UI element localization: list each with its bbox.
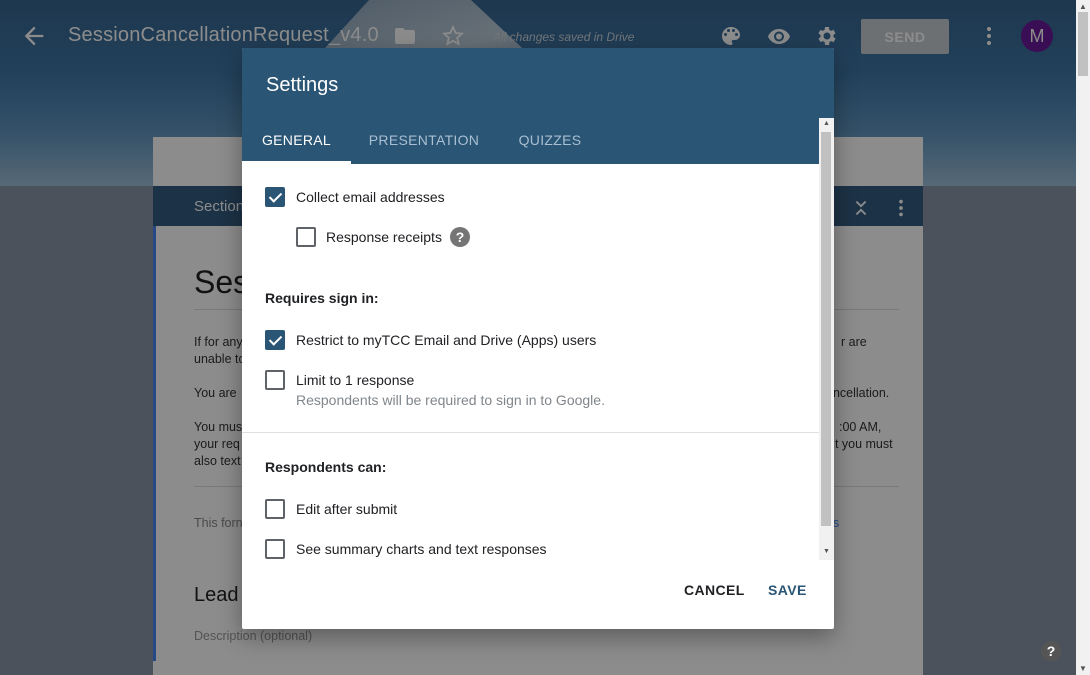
save-button[interactable]: SAVE (768, 582, 807, 598)
help-icon[interactable]: ? (450, 227, 470, 247)
cancel-button[interactable]: CANCEL (684, 582, 745, 598)
dialog-title: Settings (266, 74, 339, 96)
page-scrollbar-thumb[interactable] (1078, 12, 1088, 76)
collect-email-label[interactable]: Collect email addresses (296, 189, 445, 205)
requires-sign-in-heading: Requires sign in: (265, 290, 379, 306)
page-scroll-down-icon[interactable]: ▼ (1079, 664, 1087, 673)
collect-email-checkbox[interactable] (265, 187, 285, 207)
edit-after-submit-checkbox[interactable] (265, 499, 285, 519)
limit-one-response-checkbox[interactable] (265, 370, 285, 390)
active-tab-indicator (242, 161, 351, 164)
tab-presentation[interactable]: PRESENTATION (351, 116, 497, 164)
see-summary-label[interactable]: See summary charts and text responses (296, 541, 547, 557)
response-receipts-checkbox[interactable] (296, 227, 316, 247)
settings-dialog: Settings GENERAL PRESENTATION QUIZZES ▲ … (242, 48, 834, 629)
page-scroll-up-icon[interactable]: ▲ (1079, 2, 1087, 11)
help-icon[interactable]: ? (1041, 641, 1061, 661)
page-scrollbar[interactable] (1076, 0, 1090, 675)
tab-general[interactable]: GENERAL (242, 116, 351, 164)
options-divider (242, 432, 819, 433)
respondents-can-heading: Respondents can: (265, 459, 387, 475)
restrict-users-checkbox[interactable] (265, 330, 285, 350)
tab-quizzes[interactable]: QUIZZES (497, 116, 603, 164)
limit-one-response-hint: Respondents will be required to sign in … (296, 392, 605, 408)
see-summary-checkbox[interactable] (265, 539, 285, 559)
dialog-scrollbar-thumb[interactable] (821, 132, 831, 526)
edit-after-submit-label[interactable]: Edit after submit (296, 501, 397, 517)
dialog-scroll-up-icon[interactable]: ▲ (823, 120, 830, 127)
restrict-users-label[interactable]: Restrict to myTCC Email and Drive (Apps)… (296, 332, 596, 348)
limit-one-response-label[interactable]: Limit to 1 response (296, 372, 414, 388)
dialog-scroll-down-icon[interactable]: ▼ (823, 548, 830, 555)
response-receipts-label[interactable]: Response receipts (326, 229, 442, 245)
